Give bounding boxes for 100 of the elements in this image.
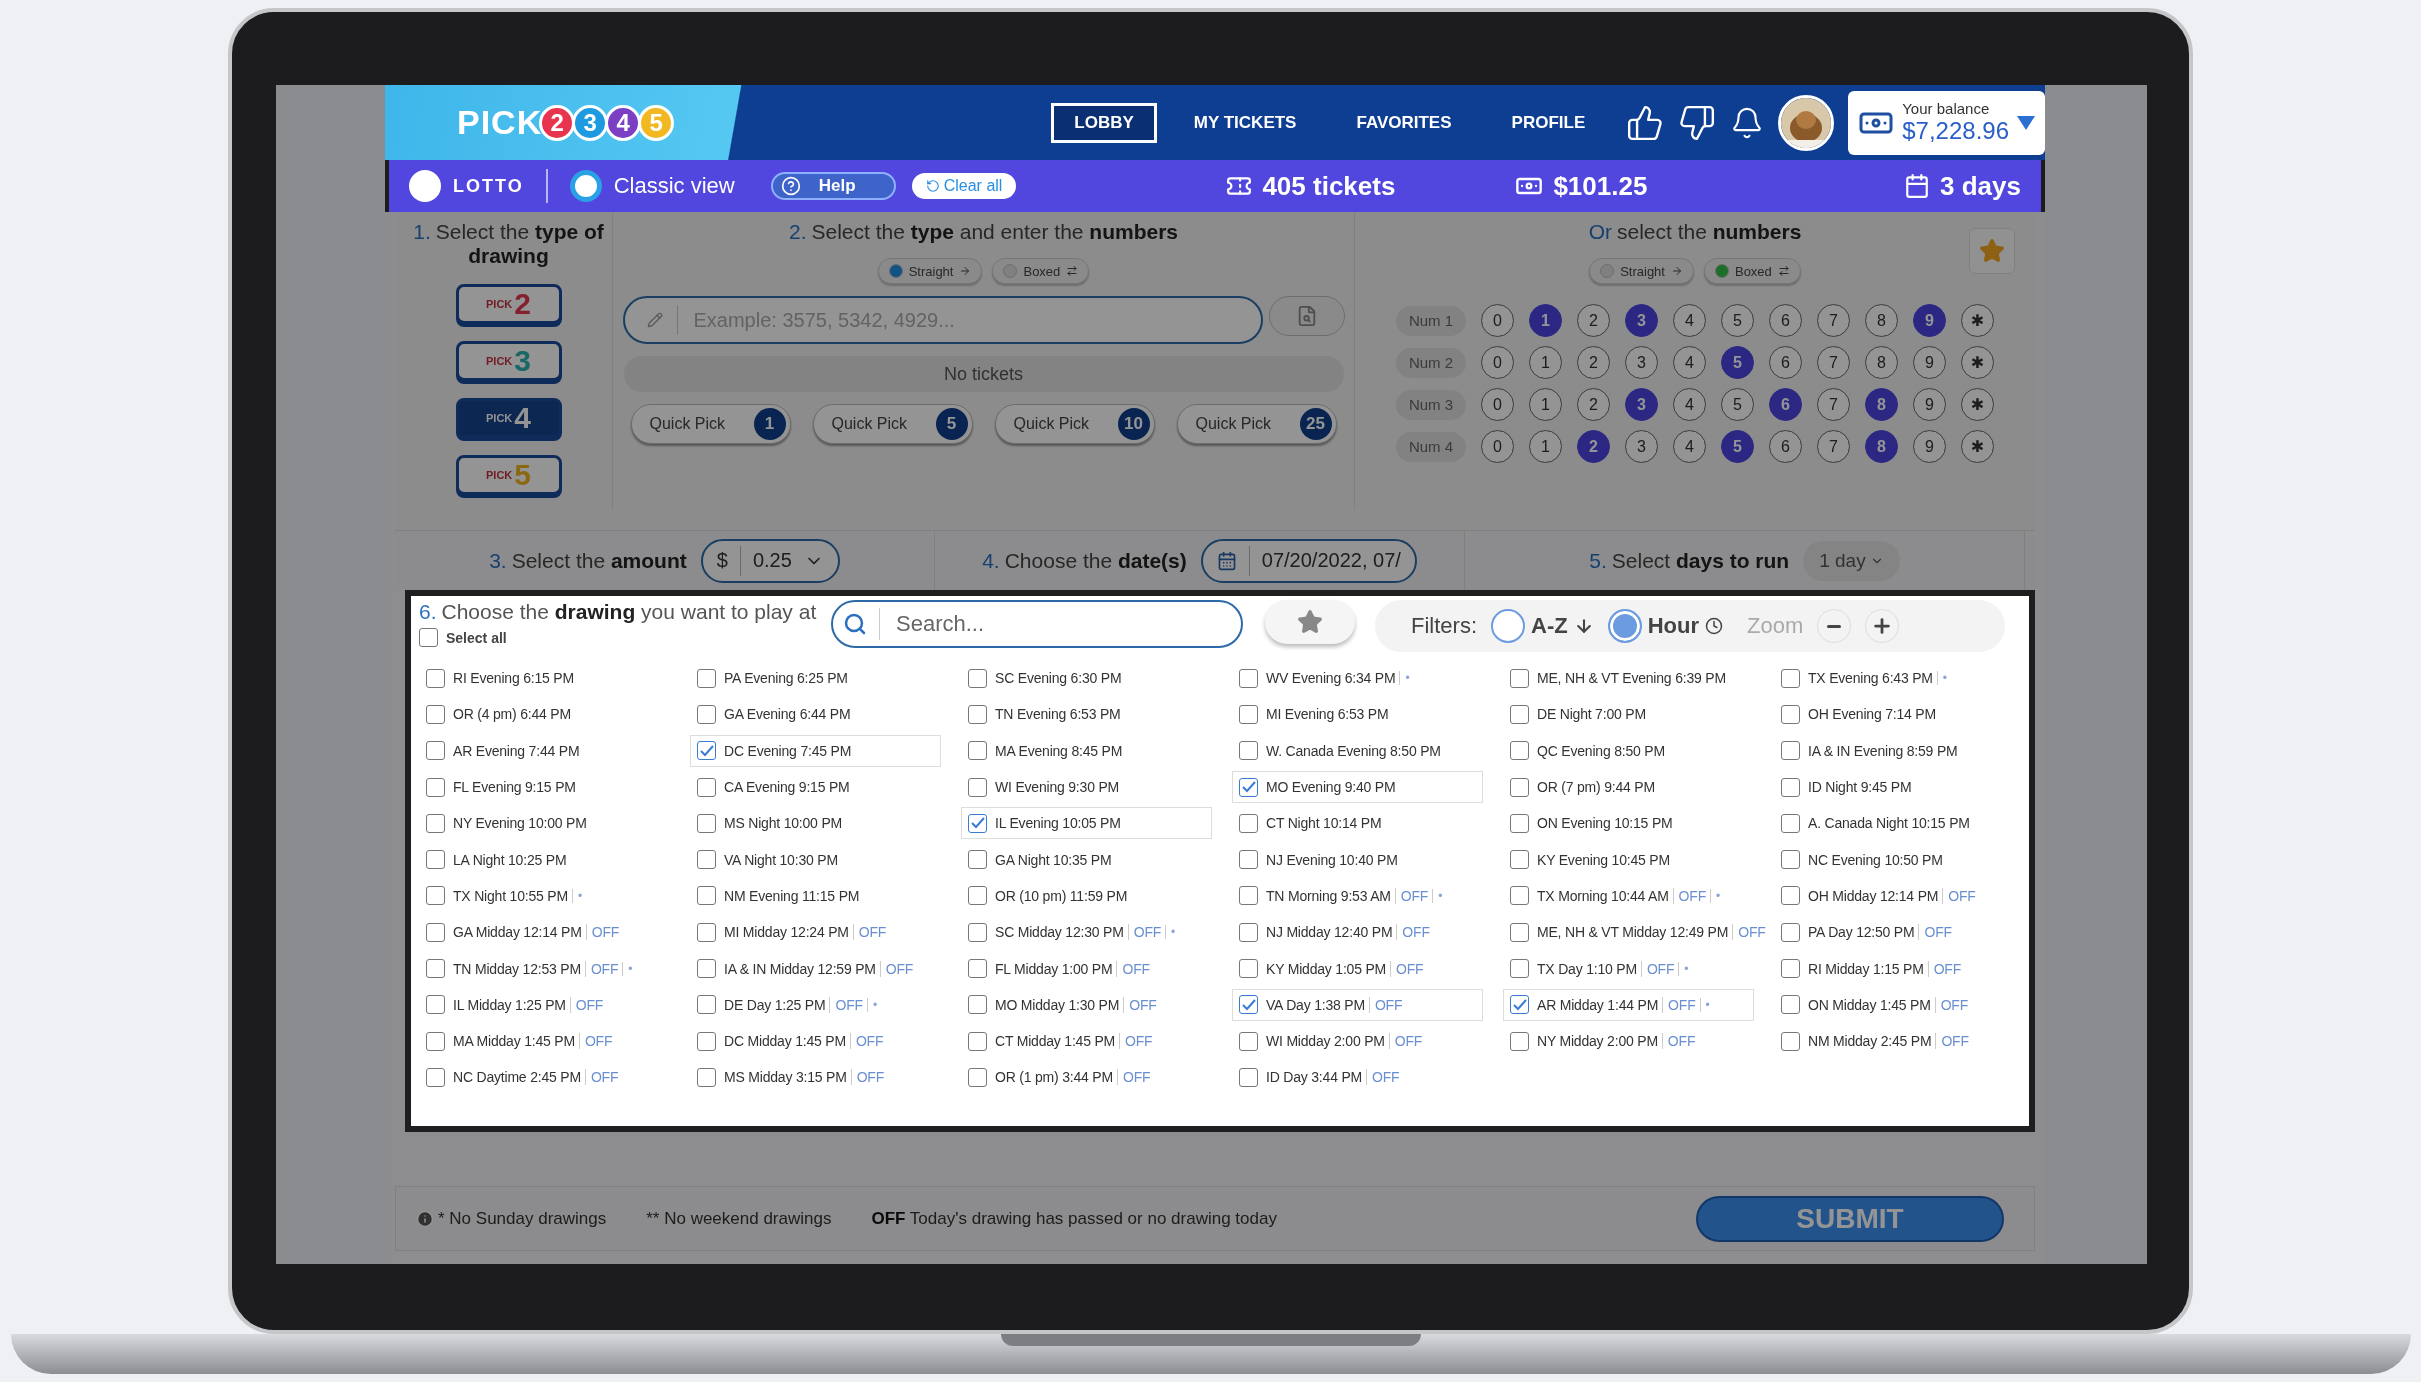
number-ball[interactable]: 1 xyxy=(1529,304,1562,337)
drawing-checkbox[interactable] xyxy=(968,813,987,833)
drawing-checkbox[interactable] xyxy=(1781,668,1800,688)
drawing-checkbox[interactable] xyxy=(697,959,716,978)
drawing-checkbox[interactable] xyxy=(697,1031,716,1051)
toggle-knob[interactable] xyxy=(409,170,441,202)
drawing-checkbox[interactable] xyxy=(968,995,987,1015)
amount-select[interactable]: $ 0.25 xyxy=(700,538,840,583)
quick-pick-button[interactable]: Quick Pick 25 xyxy=(1176,404,1337,444)
drawing-checkbox[interactable] xyxy=(968,922,987,942)
number-ball[interactable]: 6 xyxy=(1769,304,1802,337)
drawing-checkbox[interactable] xyxy=(968,777,987,797)
quick-pick-button[interactable]: Quick Pick 10 xyxy=(994,404,1155,444)
drawing-checkbox[interactable] xyxy=(1781,995,1800,1015)
drawing-checkbox[interactable] xyxy=(426,1067,445,1087)
select-all-checkbox[interactable] xyxy=(419,628,438,647)
number-ball[interactable]: 8 xyxy=(1865,430,1898,463)
number-ball[interactable]: ✱ xyxy=(1961,430,1994,463)
drawing-checkbox[interactable] xyxy=(1781,1031,1800,1051)
drawing-checkbox[interactable] xyxy=(697,668,716,688)
drawing-checkbox[interactable] xyxy=(968,741,987,761)
drawing-checkbox[interactable] xyxy=(1510,959,1529,978)
drawing-checkbox[interactable] xyxy=(1781,704,1800,724)
nav-link[interactable]: PROFILE xyxy=(1488,102,1609,143)
drawing-checkbox[interactable] xyxy=(1510,850,1529,870)
number-ball[interactable]: 0 xyxy=(1481,304,1514,337)
drawing-checkbox[interactable] xyxy=(1239,704,1258,724)
clear-all-button[interactable]: Clear all xyxy=(911,173,1017,199)
drawing-checkbox[interactable] xyxy=(1510,704,1529,724)
drawing-checkbox[interactable] xyxy=(1510,886,1529,906)
favorites-button[interactable] xyxy=(1265,600,1355,644)
drawing-checkbox[interactable] xyxy=(1239,1031,1258,1051)
balance-card[interactable]: Your balance $7,228.96 xyxy=(1848,90,2045,155)
number-ball[interactable]: 5 xyxy=(1721,430,1754,463)
drawing-checkbox[interactable] xyxy=(1781,922,1800,942)
drawing-checkbox[interactable] xyxy=(426,1031,445,1051)
drawing-checkbox[interactable] xyxy=(1781,850,1800,870)
drawing-checkbox[interactable] xyxy=(1510,813,1529,833)
number-ball[interactable]: 4 xyxy=(1673,304,1706,337)
drawing-checkbox[interactable] xyxy=(1239,995,1258,1015)
number-ball[interactable]: 9 xyxy=(1913,388,1946,421)
drawing-checkbox[interactable] xyxy=(697,741,716,761)
mode-toggle[interactable]: Boxed xyxy=(1703,258,1801,284)
drawing-checkbox[interactable] xyxy=(1510,995,1529,1015)
drawing-checkbox[interactable] xyxy=(1239,886,1258,906)
drawing-checkbox[interactable] xyxy=(968,668,987,688)
drawing-checkbox[interactable] xyxy=(1239,959,1258,978)
nav-link[interactable]: FAVORITES xyxy=(1333,102,1475,143)
drawing-checkbox[interactable] xyxy=(426,995,445,1015)
drawing-checkbox[interactable] xyxy=(426,777,445,797)
drawing-checkbox[interactable] xyxy=(697,850,716,870)
sort-radio[interactable] xyxy=(1607,609,1642,643)
quick-pick-button[interactable]: Quick Pick 1 xyxy=(630,404,791,444)
number-ball[interactable]: 5 xyxy=(1721,304,1754,337)
zoom-in-button[interactable] xyxy=(1865,609,1900,643)
drawing-checkbox[interactable] xyxy=(968,1031,987,1051)
number-ball[interactable]: ✱ xyxy=(1961,346,1994,379)
drawing-checkbox[interactable] xyxy=(697,777,716,797)
number-ball[interactable]: 7 xyxy=(1817,346,1850,379)
search-box[interactable]: Search... xyxy=(831,600,1243,648)
quick-pick-button[interactable]: Quick Pick 5 xyxy=(812,404,973,444)
drawing-checkbox[interactable] xyxy=(968,886,987,906)
caret-icon[interactable] xyxy=(2017,115,2035,130)
drawing-checkbox[interactable] xyxy=(1510,1031,1529,1051)
drawing-checkbox[interactable] xyxy=(968,850,987,870)
drawing-checkbox[interactable] xyxy=(1239,668,1258,688)
number-ball[interactable]: 9 xyxy=(1913,346,1946,379)
days-select[interactable]: 1 day xyxy=(1803,540,1900,581)
number-ball[interactable]: 2 xyxy=(1577,388,1610,421)
number-ball[interactable]: 5 xyxy=(1721,346,1754,379)
drawing-checkbox[interactable] xyxy=(1239,1067,1258,1087)
drawing-checkbox[interactable] xyxy=(1239,922,1258,942)
number-ball[interactable]: ✱ xyxy=(1961,304,1994,337)
drawing-checkbox[interactable] xyxy=(426,959,445,978)
drawing-checkbox[interactable] xyxy=(426,886,445,906)
drawing-checkbox[interactable] xyxy=(426,741,445,761)
number-ball[interactable]: 9 xyxy=(1913,430,1946,463)
mode-toggle[interactable]: Straight xyxy=(1589,258,1694,284)
number-ball[interactable]: 2 xyxy=(1577,346,1610,379)
drawing-checkbox[interactable] xyxy=(697,995,716,1015)
drawing-checkbox[interactable] xyxy=(426,704,445,724)
drawing-checkbox[interactable] xyxy=(1781,959,1800,978)
nav-link[interactable]: MY TICKETS xyxy=(1170,102,1320,143)
drawing-checkbox[interactable] xyxy=(1781,741,1800,761)
drawing-checkbox[interactable] xyxy=(426,813,445,833)
drawing-checkbox[interactable] xyxy=(1510,741,1529,761)
thumbs-up-icon[interactable] xyxy=(1626,103,1665,142)
number-ball[interactable]: 3 xyxy=(1625,430,1658,463)
drawing-checkbox[interactable] xyxy=(968,959,987,978)
number-ball[interactable]: 3 xyxy=(1625,388,1658,421)
scan-button[interactable] xyxy=(1268,296,1345,336)
number-ball[interactable]: 4 xyxy=(1673,430,1706,463)
number-ball[interactable]: 6 xyxy=(1769,346,1802,379)
number-ball[interactable]: 8 xyxy=(1865,304,1898,337)
drawing-checkbox[interactable] xyxy=(426,668,445,688)
drawing-checkbox[interactable] xyxy=(1239,741,1258,761)
drawing-checkbox[interactable] xyxy=(697,886,716,906)
number-ball[interactable]: 2 xyxy=(1577,304,1610,337)
thumbs-down-icon[interactable] xyxy=(1678,103,1717,142)
number-ball[interactable]: 0 xyxy=(1481,388,1514,421)
